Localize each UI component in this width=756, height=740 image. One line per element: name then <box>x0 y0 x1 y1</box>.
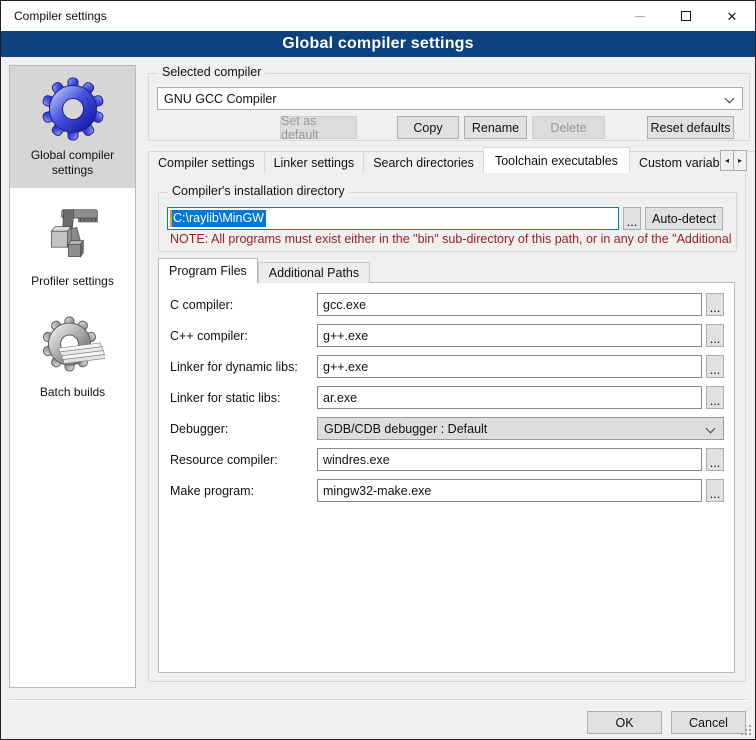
reset-defaults-button[interactable]: Reset defaults <box>647 116 734 139</box>
field-label: Linker for dynamic libs: <box>170 360 317 374</box>
resource-compiler-input[interactable] <box>317 448 702 471</box>
tab-compiler-settings[interactable]: Compiler settings <box>148 151 265 173</box>
make-program-input[interactable] <box>317 479 702 502</box>
set-as-default-button[interactable]: Set as default <box>280 116 357 139</box>
footer-divider <box>9 699 747 701</box>
installation-directory-input[interactable]: C:\raylib\MinGW <box>167 207 619 230</box>
tab-linker-settings[interactable]: Linker settings <box>264 151 365 173</box>
rename-button[interactable]: Rename <box>464 116 527 139</box>
close-button[interactable]: ✕ <box>709 1 755 31</box>
dynamic-linker-input[interactable] <box>317 355 702 378</box>
tab-scroll-right-icon[interactable]: ▸ <box>733 150 747 171</box>
browse-c-compiler-button[interactable]: ... <box>706 293 724 316</box>
tab-toolchain-executables[interactable]: Toolchain executables <box>483 147 630 173</box>
browse-static-linker-button[interactable]: ... <box>706 386 724 409</box>
compiler-settings-dialog: Compiler settings ✕ Global compiler sett… <box>0 0 756 740</box>
browse-dynamic-linker-button[interactable]: ... <box>706 355 724 378</box>
field-label: Debugger: <box>170 422 317 436</box>
chevron-down-icon <box>706 424 716 434</box>
titlebar: Compiler settings ✕ <box>1 1 755 31</box>
field-label: Resource compiler: <box>170 453 317 467</box>
page-title: Global compiler settings <box>282 35 474 53</box>
close-icon: ✕ <box>727 10 738 23</box>
browse-cpp-compiler-button[interactable]: ... <box>706 324 724 347</box>
toolchain-executables-page: Compiler's installation directory C:\ray… <box>148 172 746 682</box>
field-label: Linker for static libs: <box>170 391 317 405</box>
c-compiler-input[interactable] <box>317 293 702 316</box>
group-label: Compiler's installation directory <box>168 184 349 198</box>
compiler-tabs: Compiler settings Linker settings Search… <box>148 147 747 173</box>
caliper-icon <box>10 198 135 272</box>
tab-scroll-buttons: ◂ ▸ <box>720 150 747 171</box>
sidebar-item-profiler-settings[interactable]: Profiler settings <box>10 192 135 299</box>
selected-compiler-dropdown[interactable]: GNU GCC Compiler <box>157 87 743 110</box>
page-header: Global compiler settings <box>1 31 755 57</box>
cancel-button[interactable]: Cancel <box>671 711 746 734</box>
gear-papers-icon <box>10 309 135 383</box>
minimize-button[interactable] <box>617 1 663 31</box>
bin-subdirectory-note: NOTE: All programs must exist either in … <box>170 232 732 246</box>
program-files-panel: C compiler: ... C++ compiler: ... Linker… <box>158 282 735 673</box>
sidebar-item-label: Profiler settings <box>10 272 135 299</box>
copy-button[interactable]: Copy <box>397 116 459 139</box>
sidebar-item-label: Global compiler settings <box>10 146 135 188</box>
delete-button[interactable]: Delete <box>532 116 605 139</box>
program-files-tabs: Program Files Additional Paths <box>158 258 370 283</box>
tab-scroll-left-icon[interactable]: ◂ <box>720 150 734 171</box>
installation-directory-value: C:\raylib\MinGW <box>172 210 266 227</box>
static-linker-input[interactable] <box>317 386 702 409</box>
installation-directory-group: Compiler's installation directory C:\ray… <box>158 192 737 252</box>
sidebar-item-label: Batch builds <box>10 383 135 410</box>
subtab-additional-paths[interactable]: Additional Paths <box>258 262 370 283</box>
cpp-compiler-input[interactable] <box>317 324 702 347</box>
sidebar-item-global-compiler-settings[interactable]: Global compiler settings <box>10 66 135 188</box>
minimize-icon <box>635 16 645 17</box>
blue-gear-icon <box>10 72 135 146</box>
resize-grip[interactable] <box>741 725 751 735</box>
field-label: Make program: <box>170 484 317 498</box>
selected-compiler-group: Selected compiler GNU GCC Compiler Set a… <box>148 73 750 141</box>
subtab-program-files[interactable]: Program Files <box>158 258 258 283</box>
browse-make-program-button[interactable]: ... <box>706 479 724 502</box>
browse-directory-button[interactable]: ... <box>623 207 641 230</box>
field-label: C compiler: <box>170 298 317 312</box>
maximize-icon <box>681 11 691 21</box>
settings-sidebar: Global compiler settings <box>9 65 136 688</box>
chevron-down-icon <box>725 94 735 104</box>
field-label: C++ compiler: <box>170 329 317 343</box>
debugger-dropdown[interactable]: GDB/CDB debugger : Default <box>317 417 724 440</box>
maximize-button[interactable] <box>663 1 709 31</box>
sidebar-item-batch-builds[interactable]: Batch builds <box>10 303 135 410</box>
group-label: Selected compiler <box>158 65 265 79</box>
selected-compiler-value: GNU GCC Compiler <box>164 92 277 106</box>
auto-detect-button[interactable]: Auto-detect <box>645 207 723 230</box>
tab-search-directories[interactable]: Search directories <box>363 151 484 173</box>
debugger-value: GDB/CDB debugger : Default <box>324 422 487 436</box>
ok-button[interactable]: OK <box>587 711 662 734</box>
window-title: Compiler settings <box>1 9 617 23</box>
browse-resource-compiler-button[interactable]: ... <box>706 448 724 471</box>
